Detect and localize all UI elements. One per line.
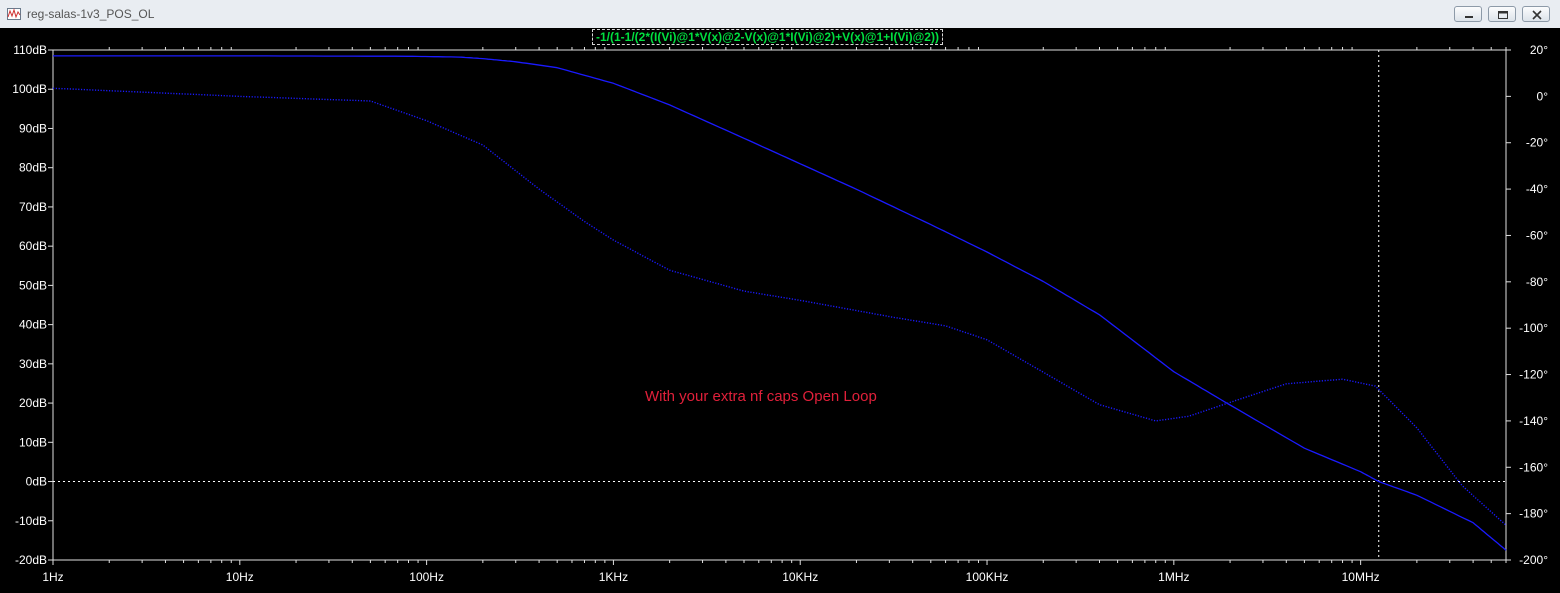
bode-plot[interactable]: 110dB 100dB 90dB 80dB 70dB 60dB 50dB 40dB 30dB 20… bbox=[0, 28, 1560, 593]
y2-tick-label: 20° bbox=[1530, 43, 1548, 57]
y-tick-label: 60dB bbox=[19, 239, 47, 253]
close-icon bbox=[1532, 10, 1542, 20]
y-tick-label: 110dB bbox=[13, 43, 47, 57]
restore-icon bbox=[1498, 11, 1508, 19]
x-tick-label: 100KHz bbox=[966, 570, 1009, 584]
y2-tick-label: -140° bbox=[1519, 414, 1548, 428]
close-button[interactable] bbox=[1522, 6, 1550, 22]
y-tick-label: 50dB bbox=[19, 278, 47, 292]
y2-tick-label: -180° bbox=[1519, 507, 1548, 521]
x-tick-label: 10Hz bbox=[226, 570, 254, 584]
y-tick-label: 40dB bbox=[19, 318, 47, 332]
y-tick-label: 90dB bbox=[19, 121, 47, 135]
x-tick-label: 1Hz bbox=[42, 570, 63, 584]
waveform-viewer-icon bbox=[7, 8, 21, 20]
minimize-button[interactable] bbox=[1454, 6, 1482, 22]
plot-annotation[interactable]: With your extra nf caps Open Loop bbox=[645, 388, 877, 405]
y-tick-label: 70dB bbox=[19, 200, 47, 214]
plot-pane[interactable]: 110dB 100dB 90dB 80dB 70dB 60dB 50dB 40dB 30dB 20… bbox=[0, 28, 1560, 593]
x-tick-label: 10MHz bbox=[1342, 570, 1380, 584]
y-tick-label: 10dB bbox=[19, 435, 47, 449]
y2-tick-label: 0° bbox=[1537, 89, 1549, 103]
window-titlebar: reg-salas-1v3_POS_OL bbox=[0, 0, 1560, 29]
y-tick-label: 80dB bbox=[19, 161, 47, 175]
magnitude-trace bbox=[53, 55, 1507, 551]
restore-button[interactable] bbox=[1488, 6, 1516, 22]
x-tick-label: 100Hz bbox=[409, 570, 444, 584]
y-tick-label: 100dB bbox=[12, 82, 47, 96]
traces bbox=[52, 55, 1507, 551]
cursors bbox=[53, 50, 1506, 560]
y2-tick-label: -160° bbox=[1519, 460, 1548, 474]
y2-tick-label: -40° bbox=[1526, 182, 1548, 196]
y-tick-label: 0dB bbox=[26, 475, 47, 489]
x-tick-label: 1MHz bbox=[1158, 570, 1189, 584]
x-tick-label: 10KHz bbox=[782, 570, 818, 584]
y-tick-label: 30dB bbox=[19, 357, 47, 371]
plot-axes bbox=[52, 49, 1507, 561]
plot-border bbox=[52, 49, 1507, 561]
y2-tick-label: -200° bbox=[1519, 553, 1548, 567]
y2-tick-label: -60° bbox=[1526, 228, 1548, 242]
y2-tick-label: -20° bbox=[1526, 136, 1548, 150]
window-title: reg-salas-1v3_POS_OL bbox=[27, 7, 155, 21]
axis-ticks: 110dB 100dB 90dB 80dB 70dB 60dB 50dB 40dB 30dB 20… bbox=[12, 43, 1548, 584]
y-tick-label: -20dB bbox=[15, 553, 47, 567]
x-tick-label: 1KHz bbox=[599, 570, 628, 584]
y2-tick-label: -80° bbox=[1526, 275, 1548, 289]
y2-tick-label: -100° bbox=[1519, 321, 1548, 335]
y-tick-label: 20dB bbox=[19, 396, 47, 410]
minimize-icon bbox=[1465, 16, 1473, 18]
y2-tick-label: -120° bbox=[1519, 368, 1548, 382]
y-tick-label: -10dB bbox=[15, 514, 47, 528]
trace-expression-label[interactable]: -1/(1-1/(2*(I(Vi)@1*V(x)@2-V(x)@1*I(Vi)@… bbox=[592, 29, 943, 45]
